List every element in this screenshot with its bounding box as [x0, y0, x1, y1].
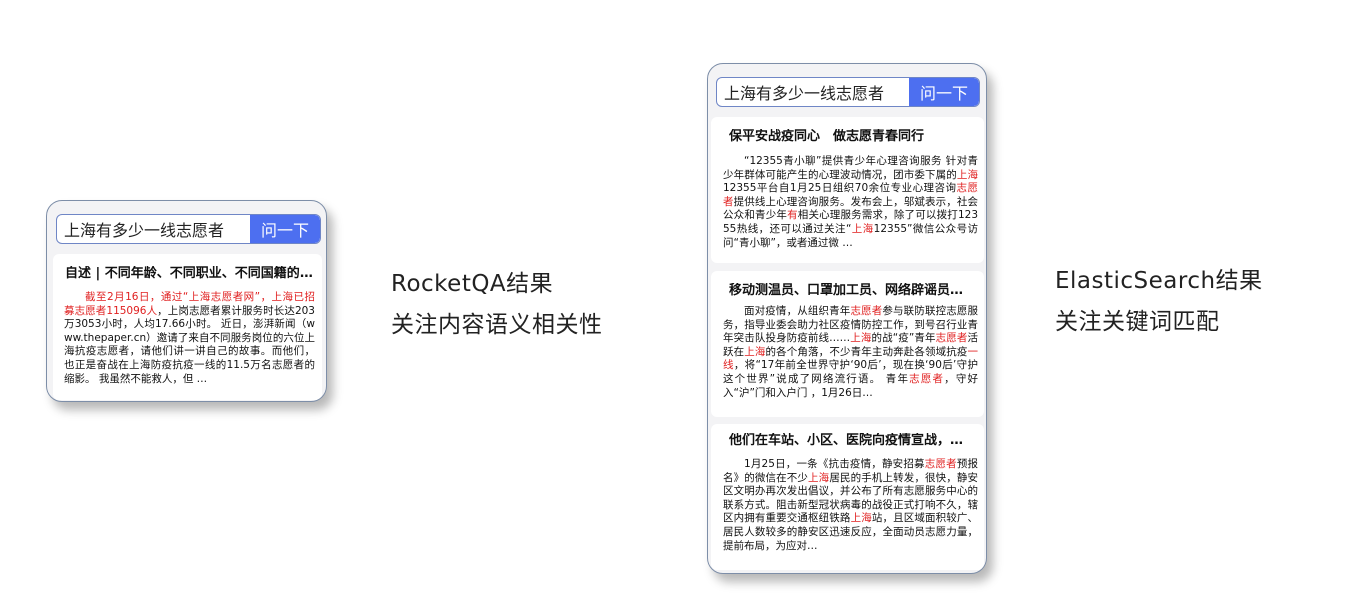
- ask-button[interactable]: 问一下: [250, 215, 320, 243]
- result-card[interactable]: 他们在车站、小区、医院向疫情宣战，这群志愿者值得点赞 1月25日，一条《抗击疫情…: [711, 424, 984, 570]
- snippet-text: 的各个角落，不少青年主动奔赴各领域抗疫: [765, 345, 968, 358]
- highlighted-text: 上海: [808, 471, 830, 484]
- result-card[interactable]: 自述 | 不同年龄、不同职业、不同国籍的他们为何选择做上海志愿者 截至2月16日…: [53, 254, 322, 400]
- highlighted-text: 上海: [850, 332, 872, 345]
- result-snippet: 截至2月16日，通过“上海志愿者网”，上海已招募志愿者115096人，上岗志愿者…: [64, 291, 315, 387]
- snippet-text: “12355青小聊”提供青少年心理咨询服务 针对青少年群体可能产生的心理波动情况…: [723, 155, 978, 181]
- highlighted-text: 上海: [851, 222, 874, 235]
- highlighted-text: 志愿者: [924, 458, 957, 470]
- rocketqa-phone: 问一下 自述 | 不同年龄、不同职业、不同国籍的他们为何选择做上海志愿者 截至2…: [46, 200, 327, 402]
- result-snippet: 面对疫情，从组织青年志愿者参与联防联控志愿服务，指导业委会助力社区疫情防控工作，…: [723, 305, 978, 401]
- elasticsearch-caption: ElasticSearch结果 关注关键词匹配: [1055, 261, 1263, 343]
- highlighted-text: 志愿者: [850, 305, 883, 317]
- result-snippet: 1月25日，一条《抗击疫情，静安招募志愿者预报名》的微信在不少上海居民的手机上转…: [723, 458, 978, 554]
- result-card[interactable]: 移动测温员、口罩加工员、网络辟谣员……抗疫一线的青年志愿者 面对疫情，从组织青年…: [711, 271, 984, 417]
- snippet-text: 的战“疫”青年: [871, 332, 936, 345]
- caption-title: ElasticSearch结果: [1055, 268, 1263, 294]
- highlighted-text: 志愿者: [935, 332, 968, 345]
- snippet-text: 面对疫情，从组织青年: [744, 305, 851, 317]
- search-bar: 问一下: [716, 77, 980, 107]
- highlighted-text: 上海: [850, 512, 872, 525]
- caption-subtitle: 关注关键词匹配: [1055, 309, 1220, 335]
- highlighted-text: 上海: [744, 345, 766, 358]
- elasticsearch-phone: 问一下 保平安战疫同心 做志愿青春同行 “12355青小聊”提供青少年心理咨询服…: [707, 63, 987, 574]
- snippet-text: 1月25日，一条《抗击疫情，静安招募: [744, 458, 925, 470]
- highlighted-text: 上海: [956, 168, 978, 181]
- result-title[interactable]: 保平安战疫同心 做志愿青春同行: [729, 129, 976, 145]
- snippet-text: 12355平台自1月25日组织70余位专业心理咨询: [723, 182, 957, 195]
- search-bar: 问一下: [56, 214, 321, 244]
- search-input[interactable]: [57, 215, 250, 243]
- caption-subtitle: 关注内容语义相关性: [391, 312, 603, 338]
- result-card[interactable]: 保平安战疫同心 做志愿青春同行 “12355青小聊”提供青少年心理咨询服务 针对…: [711, 117, 984, 263]
- rocketqa-caption: RocketQA结果 关注内容语义相关性: [391, 264, 603, 346]
- result-title[interactable]: 他们在车站、小区、医院向疫情宣战，这群志愿者值得点赞: [729, 433, 976, 449]
- result-title[interactable]: 移动测温员、口罩加工员、网络辟谣员……抗疫一线的青年志愿者: [729, 283, 976, 299]
- ask-button[interactable]: 问一下: [909, 78, 979, 106]
- highlighted-text: 有: [787, 209, 798, 222]
- result-title[interactable]: 自述 | 不同年龄、不同职业、不同国籍的他们为何选择做上海志愿者: [65, 266, 314, 282]
- caption-title: RocketQA结果: [391, 271, 554, 297]
- search-input[interactable]: [717, 78, 909, 106]
- highlighted-text: 志愿者: [909, 372, 945, 385]
- result-snippet: “12355青小聊”提供青少年心理咨询服务 针对青少年群体可能产生的心理波动情况…: [723, 155, 978, 251]
